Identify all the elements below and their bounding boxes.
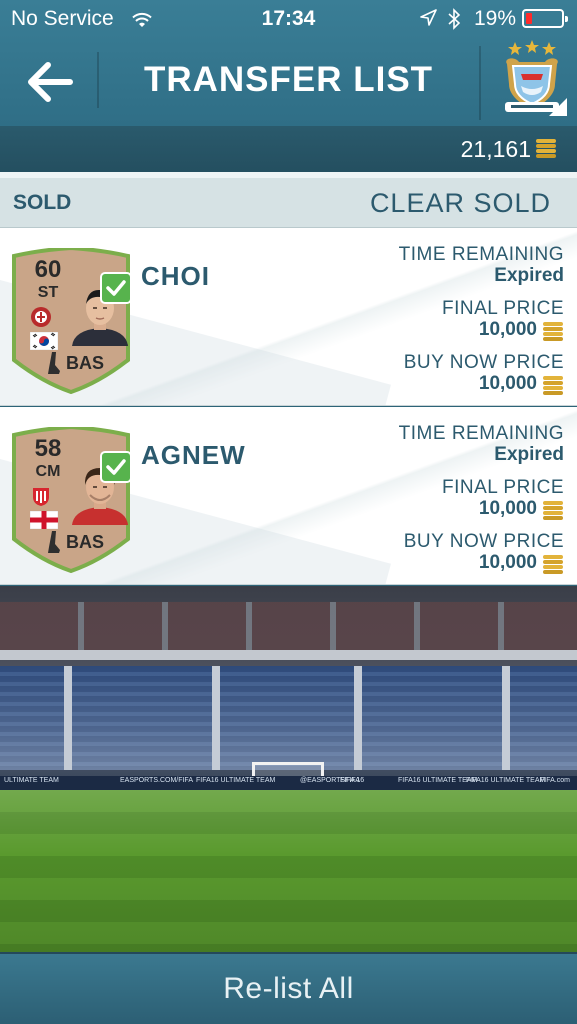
player-card[interactable]: 58 CM BAS [10, 427, 132, 573]
coins-icon [542, 500, 564, 525]
club-badge-icon [30, 485, 52, 512]
player-card[interactable]: 60 ST BAS [10, 248, 132, 394]
coins-icon [542, 375, 564, 400]
clear-sold-button[interactable]: CLEAR SOLD [370, 188, 551, 219]
final-price-label: FINAL PRICE [442, 298, 564, 319]
player-rating: 58 [34, 435, 62, 462]
player-name: CHOI [141, 261, 210, 291]
ad-board-text: ULTIMATE TEAM [4, 777, 59, 784]
ad-board-text: FIFA.com [540, 777, 570, 784]
page-title: TRANSFER LIST [143, 60, 434, 99]
player-position: CM [35, 463, 61, 480]
player-position: ST [37, 284, 59, 301]
battery-nub [565, 16, 568, 22]
buy-now-price-value: 10,000 [478, 552, 537, 573]
battery-fill [526, 13, 532, 24]
sold-section-header: SOLD CLEAR SOLD [0, 178, 577, 228]
coins-icon [542, 321, 564, 346]
list-item[interactable]: 58 CM BAS AGNEW TIME REMAINING Expired F… [0, 407, 577, 585]
final-price-value: 10,000 [478, 498, 537, 519]
corner-indicator [549, 98, 567, 116]
header-divider [97, 52, 99, 108]
ad-board-text: EASPORTS.COM/FIFA [120, 777, 193, 784]
sold-check-icon [100, 272, 132, 304]
top-header: No Service 17:34 19% TRANSFER LIST [0, 0, 577, 126]
final-price-label: FINAL PRICE [442, 477, 564, 498]
final-price-value: 10,000 [478, 319, 537, 340]
upper-stand [0, 602, 577, 650]
club-badge-icon [30, 306, 52, 333]
section-label: SOLD [13, 191, 72, 214]
coins-icon [542, 554, 564, 579]
stand-stairs [502, 666, 510, 770]
list-item[interactable]: 60 ST BAS CHOI TIME REMAINING Expired FI… [0, 228, 577, 406]
back-button[interactable] [20, 56, 80, 108]
chemistry-style: BAS [66, 532, 105, 552]
header-divider [479, 46, 481, 120]
stand-stairs [354, 666, 362, 770]
player-name: AGNEW [141, 440, 246, 470]
player-rating: 60 [34, 256, 62, 283]
battery-icon [522, 9, 568, 28]
boot-icon [46, 530, 62, 559]
time-remaining-label: TIME REMAINING [398, 244, 564, 265]
ad-board-text: FIFA 16 [340, 777, 365, 784]
coin-balance: 21,161 [460, 136, 531, 162]
pitch-shading [0, 790, 577, 952]
sold-check-icon [100, 451, 132, 483]
time-remaining-value: Expired [494, 444, 564, 465]
buy-now-price-label: BUY NOW PRICE [403, 352, 564, 373]
ad-board-text: FIFA16 ULTIMATE TEAM [466, 777, 546, 784]
status-bar: No Service 17:34 19% [0, 0, 577, 38]
location-arrow-icon [419, 9, 437, 33]
time-remaining-label: TIME REMAINING [398, 423, 564, 444]
advertising-boards: ULTIMATE TEAM EASPORTS.COM/FIFA FIFA16 U… [0, 776, 577, 790]
buy-now-price-label: BUY NOW PRICE [403, 531, 564, 552]
stadium-background: ULTIMATE TEAM EASPORTS.COM/FIFA FIFA16 U… [0, 586, 577, 952]
coins-icon [535, 138, 557, 163]
stand-light [0, 666, 577, 770]
back-arrow-icon [28, 62, 73, 102]
buy-now-price-value: 10,000 [478, 373, 537, 394]
stand-stairs [64, 666, 72, 770]
ad-board-text: FIFA16 ULTIMATE TEAM [196, 777, 276, 784]
time-remaining-value: Expired [494, 265, 564, 286]
bluetooth-icon [447, 8, 461, 36]
chemistry-style: BAS [66, 353, 105, 373]
boot-icon [46, 351, 62, 380]
stand-tier-divider [0, 650, 577, 660]
relist-all-button[interactable]: Re-list All [0, 952, 577, 1024]
stand-stairs [212, 666, 220, 770]
coins-bar: 21,161 [0, 126, 577, 172]
battery-percent: 19% [474, 7, 517, 30]
